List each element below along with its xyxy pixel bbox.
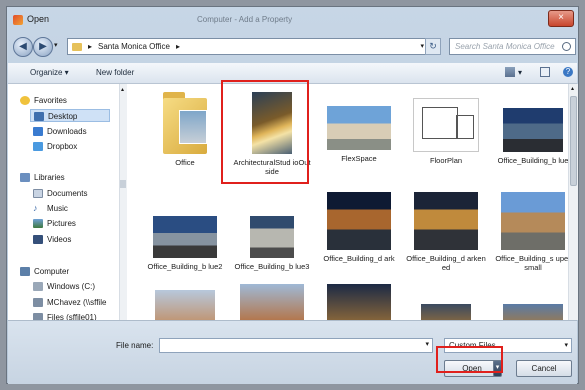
search-placeholder: Search Santa Monica Office: [455, 42, 555, 51]
open-dialog: Open Computer - Add a Property × ◀ ▶ ▾ ▸…: [6, 6, 579, 384]
folder-icon: [159, 92, 211, 154]
cancel-button[interactable]: Cancel: [516, 360, 572, 377]
close-button[interactable]: ×: [548, 10, 574, 27]
image-thumbnail: [421, 304, 471, 320]
image-thumbnail: [153, 216, 217, 258]
image-thumbnail: [327, 284, 391, 320]
recent-locations-dropdown-icon[interactable]: ▾: [54, 41, 58, 49]
navigation-pane: Favorites Desktop Downloads Dropbox Libr…: [8, 84, 127, 320]
image-thumbnail: [240, 284, 304, 320]
file-list-scrollbar[interactable]: ▴: [568, 84, 578, 320]
view-options-dropdown-icon[interactable]: ▾: [518, 68, 522, 77]
app-icon: [13, 15, 23, 25]
music-icon: ♪: [33, 203, 38, 213]
star-icon: [20, 96, 30, 105]
scroll-up-icon: ▴: [121, 87, 125, 93]
search-input[interactable]: Search Santa Monica Office: [449, 38, 576, 55]
breadcrumb-separator-icon: ▸: [88, 42, 93, 51]
navigation-pane-scrollbar[interactable]: ▴: [119, 84, 127, 320]
nav-videos[interactable]: Videos: [33, 233, 113, 246]
file-item-office-building-super-small[interactable]: Office_Building_s uper small: [493, 192, 568, 272]
libraries-icon: [20, 173, 30, 182]
nav-windows-c[interactable]: Windows (C:): [33, 280, 119, 293]
network-drive-icon: [33, 298, 43, 307]
nav-pictures[interactable]: Pictures: [33, 217, 113, 230]
network-drive-icon: [33, 313, 43, 320]
downloads-icon: [33, 127, 43, 136]
forward-button[interactable]: ▶: [33, 37, 53, 57]
nav-music[interactable]: ♪ Music: [33, 202, 113, 215]
dialog-title: Open: [27, 14, 50, 24]
file-list-pane: Office ArchitecturalStud ioOutside FlexS…: [127, 84, 568, 320]
image-thumbnail: [503, 108, 563, 152]
organize-menu-button[interactable]: Organize ▾: [30, 68, 69, 77]
screen-background: Open Computer - Add a Property × ◀ ▶ ▾ ▸…: [0, 0, 585, 390]
dropbox-icon: [33, 142, 43, 151]
file-item-office-building-dark[interactable]: Office_Building_d ark: [319, 192, 399, 263]
pictures-icon: [33, 219, 43, 228]
scrollbar-thumb[interactable]: [120, 180, 126, 188]
drive-icon: [33, 282, 43, 291]
change-view-icon[interactable]: [505, 67, 515, 77]
image-thumbnail: [327, 106, 391, 150]
file-item-partial[interactable]: [319, 284, 399, 320]
search-icon: [562, 42, 571, 51]
scrollbar-thumb[interactable]: [570, 96, 577, 186]
open-button-highlight: [436, 346, 503, 373]
image-thumbnail: [155, 290, 215, 320]
file-item-flexspace[interactable]: FlexSpace: [319, 92, 399, 163]
breadcrumb-separator-icon: ▸: [176, 42, 181, 51]
filename-label: File name:: [116, 341, 154, 350]
image-thumbnail: [503, 304, 563, 320]
file-type-dropdown-icon: ▾: [564, 342, 568, 349]
help-icon[interactable]: ?: [563, 67, 573, 77]
scroll-up-icon: ▴: [571, 86, 575, 92]
file-item-partial[interactable]: [493, 304, 568, 320]
file-item-partial[interactable]: [406, 304, 486, 320]
nav-desktop[interactable]: Desktop: [30, 109, 110, 122]
nav-documents[interactable]: Documents: [33, 187, 113, 200]
file-item-office-building-blue2[interactable]: Office_Building_b lue2: [145, 204, 225, 271]
filename-input[interactable]: ▾: [159, 338, 433, 353]
folder-icon: [72, 43, 82, 51]
file-item-office-building-blue[interactable]: Office_Building_b lue: [493, 92, 568, 165]
new-folder-button[interactable]: New folder: [96, 68, 134, 77]
nav-files-share[interactable]: Files (sffile01): [33, 311, 119, 320]
refresh-icon: ↻: [429, 41, 437, 51]
nav-downloads[interactable]: Downloads: [33, 125, 113, 138]
background-window-title: Computer - Add a Property: [197, 15, 293, 24]
title-bar: Open Computer - Add a Property ×: [7, 7, 578, 33]
nav-computer[interactable]: Computer: [20, 265, 110, 278]
selected-file-highlight: [221, 80, 309, 184]
documents-icon: [33, 189, 43, 198]
address-bar[interactable]: ▸ Santa Monica Office ▸ ▾: [67, 38, 439, 55]
preview-pane-icon[interactable]: [540, 67, 550, 77]
image-thumbnail: [501, 192, 565, 250]
nav-libraries[interactable]: Libraries: [20, 171, 110, 184]
address-dropdown-icon[interactable]: ▾: [420, 42, 424, 50]
file-item-partial[interactable]: [145, 290, 225, 320]
back-arrow-icon: ◀: [19, 41, 27, 52]
file-item-partial[interactable]: [232, 284, 312, 320]
computer-icon: [20, 267, 30, 276]
address-row: ◀ ▶ ▾ ▸ Santa Monica Office ▸ ▾ ↻ Search…: [11, 37, 576, 59]
desktop-icon: [34, 112, 44, 121]
nav-dropbox[interactable]: Dropbox: [33, 140, 113, 153]
nav-mchavez-share[interactable]: MChavez (\\sffile: [33, 296, 119, 309]
videos-icon: [33, 235, 43, 244]
file-item-office-building-darkened[interactable]: Office_Building_d arkened: [406, 192, 486, 272]
file-item-office-building-blue3[interactable]: Office_Building_b lue3: [232, 204, 312, 271]
image-thumbnail: [250, 216, 294, 258]
image-thumbnail: [413, 98, 479, 152]
file-item-office[interactable]: Office: [145, 92, 225, 167]
forward-arrow-icon: ▶: [39, 41, 47, 52]
filename-dropdown-icon[interactable]: ▾: [425, 340, 429, 348]
breadcrumb-santa-monica-office[interactable]: Santa Monica Office: [98, 42, 170, 51]
back-button[interactable]: ◀: [13, 37, 33, 57]
file-item-floorplan[interactable]: FloorPlan: [406, 92, 486, 165]
image-thumbnail: [414, 192, 478, 250]
nav-favorites[interactable]: Favorites: [20, 94, 110, 107]
refresh-button[interactable]: ↻: [425, 38, 441, 55]
image-thumbnail: [327, 192, 391, 250]
